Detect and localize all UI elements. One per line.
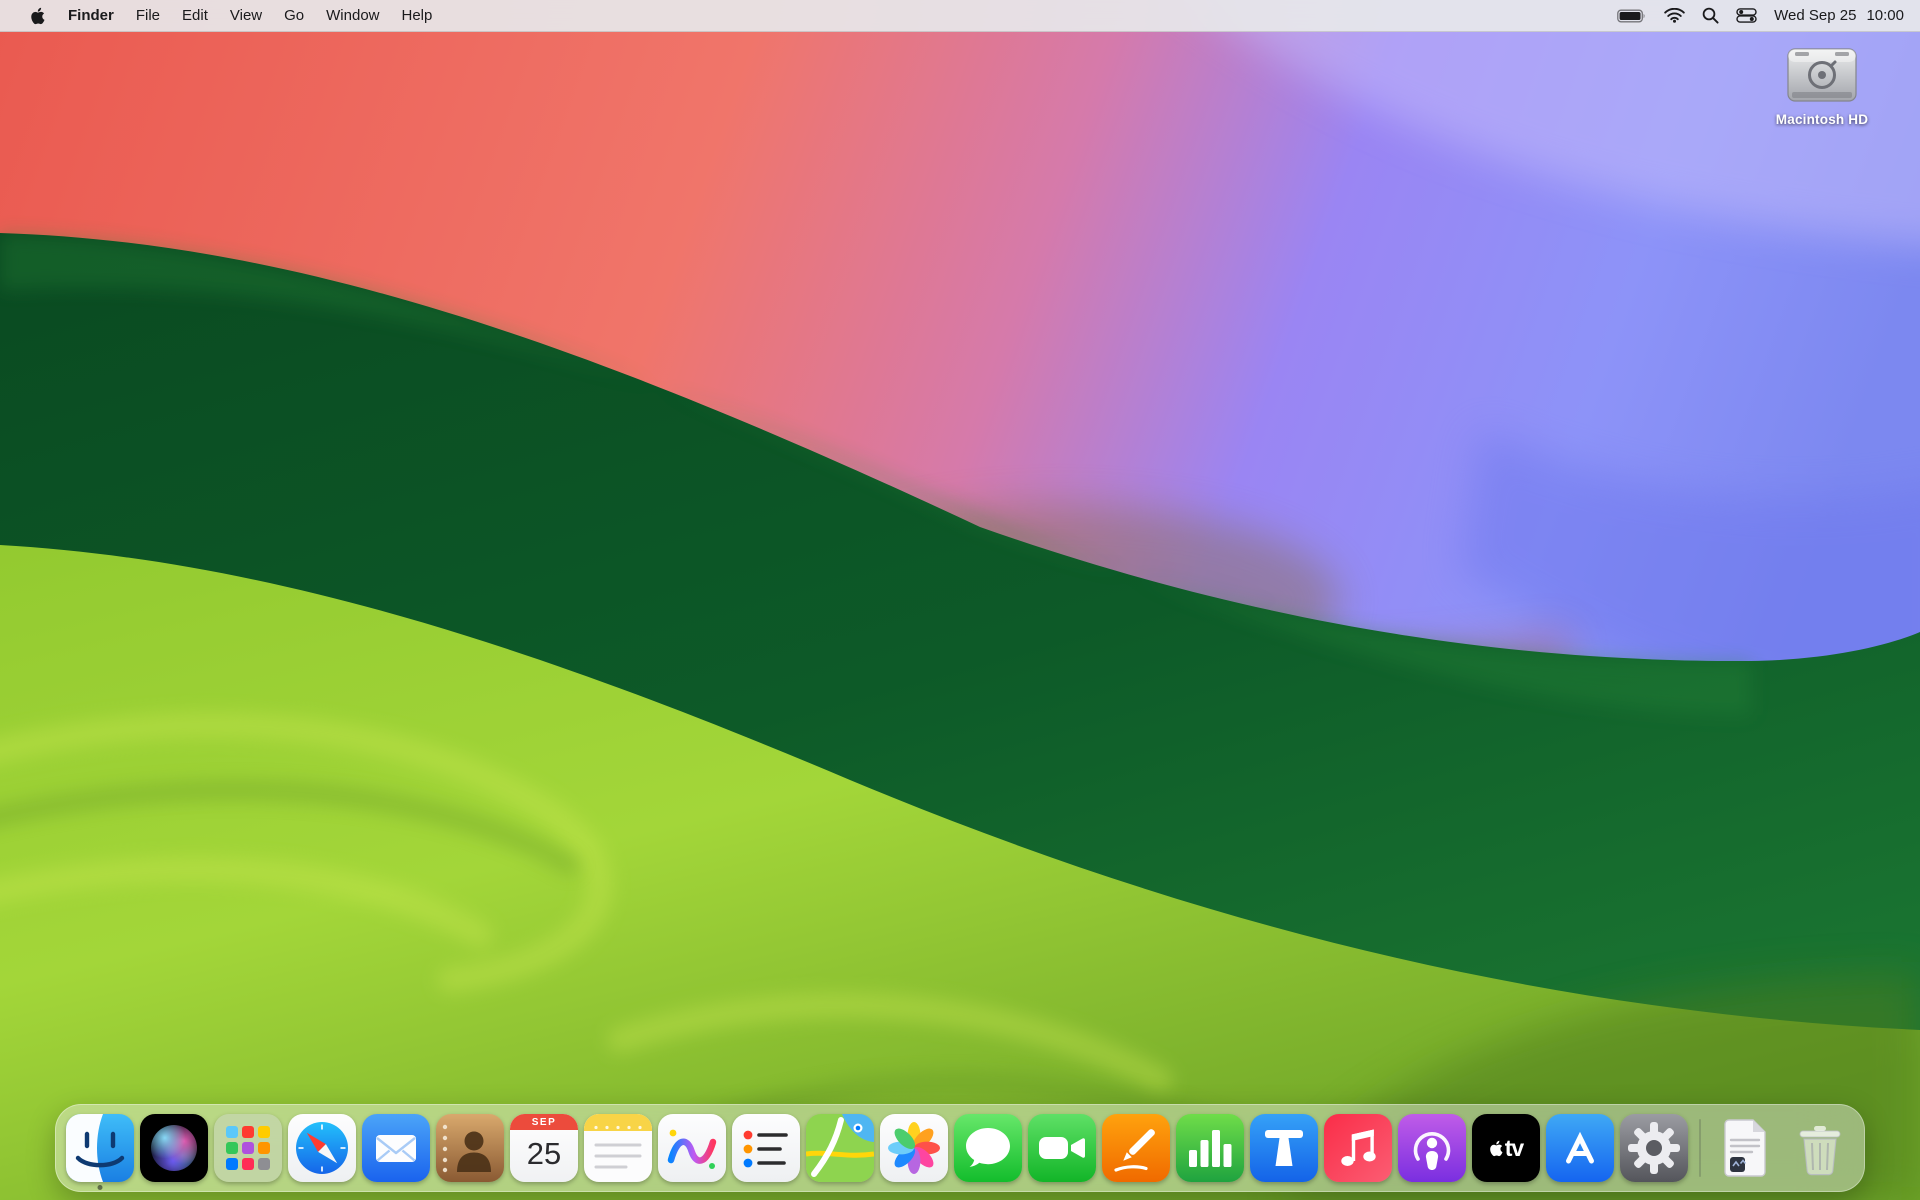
battery-icon[interactable] [1617, 9, 1647, 23]
apple-logo-icon [30, 7, 45, 25]
dock-item-keynote[interactable] [1250, 1114, 1318, 1182]
apple-logo-small-icon [1489, 1140, 1503, 1157]
dock-item-reminders[interactable] [732, 1114, 800, 1182]
numbers-icon [1176, 1114, 1244, 1182]
launchpad-icon [214, 1114, 282, 1182]
dock-item-document[interactable] [1712, 1114, 1780, 1182]
podcasts-icon [1398, 1114, 1466, 1182]
maps-icon [806, 1114, 874, 1182]
dock-item-calendar[interactable]: SEP 25 [510, 1114, 578, 1182]
dock-item-music[interactable] [1324, 1114, 1392, 1182]
facetime-icon [1028, 1114, 1096, 1182]
photos-icon [880, 1114, 948, 1182]
dock-item-facetime[interactable] [1028, 1114, 1096, 1182]
menu-edit[interactable]: Edit [171, 0, 219, 31]
dock-item-maps[interactable] [806, 1114, 874, 1182]
menu-view[interactable]: View [219, 0, 273, 31]
calendar-day: 25 [527, 1130, 561, 1182]
dock-item-messages[interactable] [954, 1114, 1022, 1182]
menu-help-label: Help [402, 7, 433, 24]
menu-file[interactable]: File [125, 0, 171, 31]
notes-icon [584, 1114, 652, 1182]
trash-icon [1786, 1114, 1854, 1182]
menu-bar: Finder File Edit View Go Window Help [0, 0, 1920, 32]
dock-item-numbers[interactable] [1176, 1114, 1244, 1182]
dock-item-contacts[interactable] [436, 1114, 504, 1182]
dock-item-app-store[interactable] [1546, 1114, 1614, 1182]
mail-icon [362, 1114, 430, 1182]
wifi-icon[interactable] [1664, 8, 1685, 23]
menu-go[interactable]: Go [273, 0, 315, 31]
dock-divider [1699, 1119, 1701, 1177]
menu-time: 10:00 [1866, 7, 1904, 24]
messages-icon [954, 1114, 1022, 1182]
menu-go-label: Go [284, 7, 304, 24]
menu-finder-label: Finder [68, 7, 114, 24]
wallpaper-sonoma [0, 0, 1920, 1200]
apple-tv-icon: tv [1472, 1114, 1540, 1182]
apple-menu[interactable] [18, 0, 57, 31]
safari-icon [288, 1114, 356, 1182]
dock-item-finder[interactable] [66, 1114, 134, 1182]
calendar-icon: SEP 25 [510, 1114, 578, 1182]
dock-item-pages[interactable] [1102, 1114, 1170, 1182]
menu-view-label: View [230, 7, 262, 24]
menu-help[interactable]: Help [391, 0, 444, 31]
menu-file-label: File [136, 7, 160, 24]
dock-item-mail[interactable] [362, 1114, 430, 1182]
menu-window-label: Window [326, 7, 379, 24]
dock: SEP 25 [55, 1104, 1865, 1192]
running-indicator-dot [98, 1185, 103, 1190]
hard-drive-icon [1783, 42, 1861, 108]
music-icon [1324, 1114, 1392, 1182]
dock-item-safari[interactable] [288, 1114, 356, 1182]
system-settings-icon [1620, 1114, 1688, 1182]
desktop-icon-macintosh-hd[interactable]: Macintosh HD [1762, 42, 1882, 127]
menu-window[interactable]: Window [315, 0, 390, 31]
keynote-icon [1250, 1114, 1318, 1182]
desktop-icon-label: Macintosh HD [1776, 112, 1868, 127]
reminders-icon [732, 1114, 800, 1182]
calendar-month: SEP [510, 1114, 578, 1130]
document-file-icon [1712, 1114, 1780, 1182]
dock-item-trash[interactable] [1786, 1114, 1854, 1182]
dock-item-system-settings[interactable] [1620, 1114, 1688, 1182]
freeform-icon [658, 1114, 726, 1182]
menu-date: Wed Sep 25 [1774, 7, 1856, 24]
menu-clock[interactable]: Wed Sep 25 10:00 [1774, 7, 1904, 24]
dock-item-launchpad[interactable] [214, 1114, 282, 1182]
dock-item-podcasts[interactable] [1398, 1114, 1466, 1182]
tv-label: tv [1505, 1135, 1523, 1162]
finder-icon [66, 1114, 134, 1182]
desktop: Finder File Edit View Go Window Help [0, 0, 1920, 1200]
pages-icon [1102, 1114, 1170, 1182]
app-store-icon [1546, 1114, 1614, 1182]
spotlight-search-icon[interactable] [1702, 7, 1719, 24]
menu-finder[interactable]: Finder [57, 0, 125, 31]
control-center-icon[interactable] [1736, 8, 1757, 23]
dock-item-photos[interactable] [880, 1114, 948, 1182]
contacts-icon [436, 1114, 504, 1182]
dock-item-notes[interactable] [584, 1114, 652, 1182]
dock-item-siri[interactable] [140, 1114, 208, 1182]
dock-item-freeform[interactable] [658, 1114, 726, 1182]
dock-item-tv[interactable]: tv [1472, 1114, 1540, 1182]
siri-icon [140, 1114, 208, 1182]
menu-edit-label: Edit [182, 7, 208, 24]
